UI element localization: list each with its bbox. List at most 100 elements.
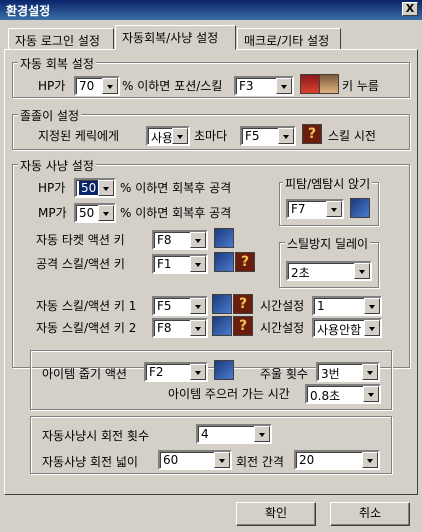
window-title-bar: 환경설정	[0, 0, 422, 20]
rotation-width-select[interactable]: 60	[158, 450, 232, 470]
target-key-value: F8	[157, 233, 172, 247]
attack-key-label: 공격 스킬/액션 키	[36, 257, 125, 271]
chevron-down-icon[interactable]	[190, 298, 206, 314]
follow-group-label: 졸졸이 설정	[18, 107, 82, 124]
follow-key-select[interactable]: F5	[240, 126, 296, 146]
cancel-button[interactable]: 취소	[330, 502, 410, 526]
tab-recovery-hunt[interactable]: 자동회복/사냥 설정	[115, 25, 236, 50]
follow-key-value: F5	[245, 129, 260, 143]
chevron-down-icon[interactable]	[98, 180, 114, 196]
chevron-down-icon[interactable]	[190, 320, 206, 336]
skill-hand-icon	[319, 74, 339, 94]
ok-button[interactable]: 확인	[236, 502, 316, 526]
rotation-interval-select[interactable]: 20	[294, 450, 380, 470]
pickup-time-select[interactable]: 0.8초	[305, 384, 381, 404]
pickup-value: F2	[149, 365, 164, 379]
rotation-width-label: 자동사냥 회전 넓이	[42, 455, 138, 469]
sit-icon	[350, 198, 370, 218]
chevron-down-icon[interactable]	[362, 452, 378, 468]
window-title: 환경설정	[6, 4, 51, 18]
pickup-count-select[interactable]: 3번	[316, 362, 380, 382]
recovery-key-value: F3	[239, 79, 254, 93]
pickup-time-label: 아이템 주으러 가는 시간	[168, 387, 290, 401]
time1-value: 1	[317, 299, 325, 313]
chevron-down-icon[interactable]	[362, 364, 378, 380]
follow-every-label: 초마다	[194, 129, 228, 143]
time1-select[interactable]: 1	[312, 296, 382, 316]
time2-select[interactable]: 사용안함	[312, 318, 382, 338]
tab-label: 자동회복/사냥 설정	[122, 31, 219, 45]
skill1-label: 자동 스킬/액션 키 1	[36, 299, 137, 313]
time2-value: 사용안함	[317, 323, 362, 337]
help-icon[interactable]: ?	[233, 316, 253, 336]
chevron-down-icon[interactable]	[190, 364, 206, 380]
pickup-select[interactable]: F2	[144, 362, 208, 382]
chevron-down-icon[interactable]	[190, 232, 206, 248]
chevron-down-icon[interactable]	[102, 78, 118, 94]
hunt-mp-select[interactable]: 50	[74, 203, 116, 223]
close-button[interactable]: X	[402, 2, 418, 16]
target-key-select[interactable]: F8	[152, 230, 208, 250]
rotation-width-value: 60	[163, 453, 179, 467]
skill2-icon	[212, 316, 232, 336]
hunt-hp-label: HP가	[38, 181, 66, 195]
skill2-select[interactable]: F8	[152, 318, 208, 338]
rotation-interval-value: 20	[299, 453, 315, 467]
chevron-down-icon[interactable]	[98, 205, 114, 221]
skill1-select[interactable]: F5	[152, 296, 208, 316]
recovery-hp-select[interactable]: 70	[74, 76, 120, 96]
rotation-count-value: 4	[201, 427, 209, 441]
chevron-down-icon[interactable]	[172, 128, 188, 144]
skill1-icon	[212, 294, 232, 314]
pickup-count-value: 3번	[321, 367, 340, 381]
follow-use-value: 사용	[151, 131, 174, 145]
recovery-press-label: 키 누름	[342, 79, 379, 93]
recovery-hp-label: HP가	[38, 79, 66, 93]
follow-skill-label: 스킬 시전	[328, 129, 376, 143]
skill1-value: F5	[157, 299, 172, 313]
attack-key-select[interactable]: F1	[152, 254, 208, 274]
chevron-down-icon[interactable]	[214, 452, 230, 468]
tab-label: 매크로/기타 설정	[244, 34, 330, 48]
chevron-down-icon[interactable]	[326, 201, 342, 217]
tab-macro-etc[interactable]: 매크로/기타 설정	[237, 28, 341, 50]
hunt-group-label: 자동 사냥 설정	[18, 157, 96, 174]
hunt-hp-select[interactable]: 50	[74, 178, 116, 198]
delay-select[interactable]: 2초	[286, 261, 372, 281]
target-key-label: 자동 타켓 액션 키	[36, 233, 125, 247]
chevron-down-icon[interactable]	[363, 386, 379, 402]
chevron-down-icon[interactable]	[190, 256, 206, 272]
chevron-down-icon[interactable]	[276, 78, 292, 94]
rotation-count-select[interactable]: 4	[196, 424, 272, 444]
attack-key-value: F1	[157, 257, 172, 271]
help-icon[interactable]: ?	[233, 294, 253, 314]
hunt-hp-value: 50	[79, 181, 99, 195]
chevron-down-icon[interactable]	[278, 128, 294, 144]
tab-auto-login[interactable]: 자동 로그인 설정	[8, 28, 114, 50]
time1-label: 시간설정	[260, 299, 305, 313]
chevron-down-icon[interactable]	[364, 298, 380, 314]
recovery-key-select[interactable]: F3	[234, 76, 294, 96]
help-icon[interactable]: ?	[302, 124, 322, 144]
pickup-icon	[214, 360, 234, 380]
recovery-hp-value: 70	[79, 79, 95, 93]
skill2-value: F8	[157, 321, 172, 335]
hunt-mp-text: % 이하면 회복후 공격	[120, 206, 232, 220]
chevron-down-icon[interactable]	[354, 263, 370, 279]
chevron-down-icon[interactable]	[254, 426, 270, 442]
sit-key-select[interactable]: F7	[286, 199, 344, 219]
cancel-label: 취소	[358, 506, 382, 520]
sit-group-label: 피탐/엠탐시 앉기	[283, 175, 373, 192]
pickup-time-value: 0.8초	[310, 389, 341, 403]
hunt-mp-value: 50	[79, 206, 95, 220]
recovery-group-label: 자동 회복 설정	[18, 55, 96, 72]
follow-target-label: 지정된 케릭에게	[38, 129, 120, 143]
help-icon[interactable]: ?	[235, 252, 255, 272]
chevron-down-icon[interactable]	[364, 320, 380, 336]
delay-group-label: 스틸방지 딜레이	[285, 235, 371, 252]
delay-value: 2초	[291, 266, 310, 280]
rotation-count-label: 자동사냥시 회전 횟수	[42, 429, 149, 443]
follow-use-select[interactable]: 사용	[146, 126, 190, 146]
hunt-mp-label: MP가	[38, 206, 67, 220]
attack-icon	[214, 252, 234, 272]
